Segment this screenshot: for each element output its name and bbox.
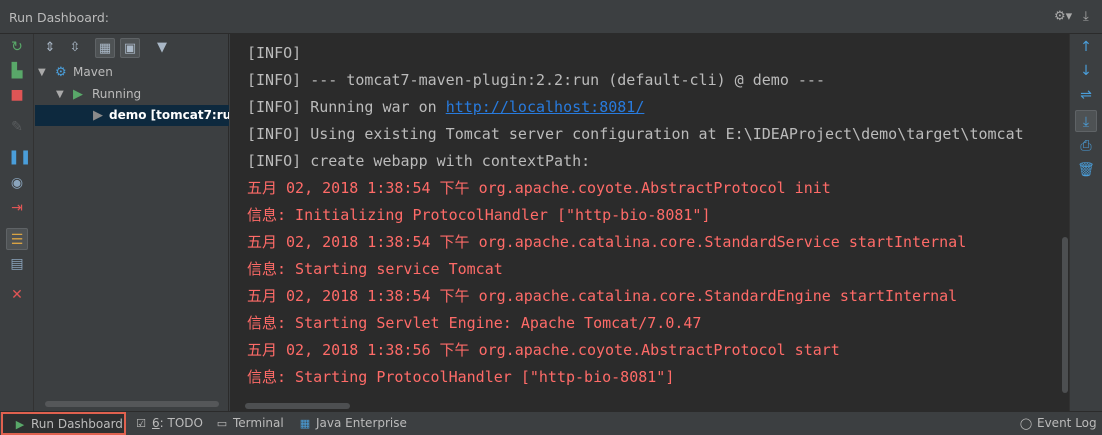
camera-icon[interactable]: ◉: [8, 174, 26, 192]
tree-toolbar: ⇕ ⇳ ▦ ▣ ▼: [35, 34, 229, 62]
down-arrow-icon[interactable]: ↓: [1077, 62, 1095, 80]
localhost-link[interactable]: http://localhost:8081/: [446, 98, 645, 116]
console-line: [INFO] Running war on http://localhost:8…: [247, 94, 1024, 121]
tab-java-enterprise[interactable]: ▦ Java Enterprise: [298, 412, 407, 435]
gear-icon[interactable]: ⚙▾: [1054, 9, 1072, 24]
scroll-to-end-icon[interactable]: ⤓: [1075, 110, 1097, 132]
run-configurations-tree: ⇕ ⇳ ▦ ▣ ▼ ▼ ⚙ Maven ▼ ▶ Running ▶ demo [tomcat7…: [35, 34, 229, 411]
collapse-all-icon[interactable]: ⇳: [65, 38, 85, 58]
console-line: [INFO]: [247, 40, 1024, 67]
console-lines: [INFO] <<< tomcat7-maven-plugin:2.2:run …: [247, 34, 1024, 391]
terminal-icon: ▭: [216, 417, 228, 430]
trash-icon[interactable]: 🗑: [1077, 161, 1095, 179]
stop-icon[interactable]: ■: [8, 86, 26, 104]
tab-label: Terminal: [233, 416, 284, 430]
console-line: [INFO] --- tomcat7-maven-plugin:2.2:run …: [247, 67, 1024, 94]
tab-label: Run Dashboard: [31, 417, 123, 431]
layout-icon[interactable]: ▤: [8, 255, 26, 273]
run-icon: ▶: [93, 108, 103, 123]
console-line-text: 信息: Initializing ProtocolHandler ["http-…: [247, 206, 711, 224]
console-line-text: [INFO] create webapp with contextPath:: [247, 152, 591, 170]
console-line-text: [INFO] Running war on: [247, 98, 446, 116]
debug-icon[interactable]: ✎: [8, 118, 26, 136]
console-line-text: 五月 02, 2018 1:38:54 下午 org.apache.catali…: [247, 233, 967, 251]
console-line: 信息: Starting ProtocolHandler ["http-bio-…: [247, 364, 1024, 391]
tab-event-log[interactable]: ◯ Event Log: [1019, 412, 1097, 435]
console-line: 五月 02, 2018 1:38:54 下午 org.apache.catali…: [247, 283, 1024, 310]
console-output[interactable]: [INFO] <<< tomcat7-maven-plugin:2.2:run …: [230, 34, 1069, 411]
tab-label: : TODO: [159, 416, 203, 430]
up-arrow-icon[interactable]: ↑: [1077, 38, 1095, 56]
console-line-text: 五月 02, 2018 1:38:54 下午 org.apache.catali…: [247, 287, 958, 305]
exit-icon[interactable]: ⇥: [8, 199, 26, 217]
console-line: [INFO] <<< tomcat7-maven-plugin:2.2:run …: [247, 34, 1024, 40]
print-icon[interactable]: ⎙: [1077, 137, 1095, 155]
console-line: 信息: Initializing ProtocolHandler ["http-…: [247, 202, 1024, 229]
console-vertical-scrollbar[interactable]: [1062, 237, 1068, 393]
console-line-text: [INFO] <<< tomcat7-maven-plugin:2.2:run …: [247, 34, 988, 35]
console-line: 五月 02, 2018 1:38:54 下午 org.apache.catali…: [247, 229, 1024, 256]
console-line: 信息: Starting Servlet Engine: Apache Tomc…: [247, 310, 1024, 337]
console-line-text: 信息: Starting Servlet Engine: Apache Tomc…: [247, 314, 702, 332]
soft-wrap-icon[interactable]: ⇌: [1077, 86, 1095, 104]
tree-node-maven[interactable]: ▼ ⚙ Maven: [35, 62, 229, 83]
console-line-text: [INFO]: [247, 44, 302, 62]
run-icon: ▶: [73, 87, 83, 102]
window-title: Run Dashboard:: [9, 10, 109, 25]
chevron-down-icon[interactable]: ▼: [56, 84, 64, 105]
tab-label: Java Enterprise: [316, 416, 407, 430]
pause-icon[interactable]: ❚❚: [8, 148, 31, 166]
console-line-text: 五月 02, 2018 1:38:54 下午 org.apache.coyote…: [247, 179, 831, 197]
group-by-config-icon[interactable]: ▣: [120, 38, 140, 58]
console-line-text: 信息: Starting ProtocolHandler ["http-bio-…: [247, 368, 675, 386]
tree-node-demo[interactable]: ▶ demo [tomcat7:run: [35, 105, 229, 126]
console-line-text: [INFO] --- tomcat7-maven-plugin:2.2:run …: [247, 71, 825, 89]
tab-label: Event Log: [1037, 416, 1097, 430]
console-line-text: 五月 02, 2018 1:38:56 下午 org.apache.coyote…: [247, 341, 840, 359]
group-icon[interactable]: ☰: [6, 228, 28, 250]
rerun-icon[interactable]: ↻: [8, 38, 26, 56]
console-line: 五月 02, 2018 1:38:56 下午 org.apache.coyote…: [247, 337, 1024, 364]
console-horizontal-scrollbar[interactable]: [245, 403, 350, 409]
console-line: [INFO] Using existing Tomcat server conf…: [247, 121, 1024, 148]
run-icon: ▶: [15, 418, 25, 431]
maven-icon: ⚙: [55, 65, 67, 80]
console-line: [INFO] create webapp with contextPath:: [247, 148, 1024, 175]
tree-scrollbar[interactable]: [45, 401, 219, 407]
console-line: 信息: Starting service Tomcat: [247, 256, 1024, 283]
tree-node-label: Running: [92, 87, 142, 101]
tab-shortcut: 6: [152, 416, 160, 430]
tool-window-bar: ▶ Run Dashboard ☑ 6: TODO ▭ Terminal ▦ Java …: [0, 411, 1102, 435]
console-line-text: 信息: Starting service Tomcat: [247, 260, 503, 278]
close-icon[interactable]: ✕: [8, 286, 26, 304]
tab-terminal[interactable]: ▭ Terminal: [215, 412, 284, 435]
rerun-changed-icon[interactable]: ▙: [8, 62, 26, 80]
tab-todo[interactable]: ☑ 6: TODO: [134, 412, 203, 435]
title-bar: Run Dashboard: ⚙▾ ⤓: [0, 0, 1102, 34]
chevron-down-icon[interactable]: ▼: [38, 62, 46, 83]
tree-node-label: demo [tomcat7:run: [109, 108, 229, 122]
console-line-text: [INFO] Using existing Tomcat server conf…: [247, 125, 1024, 143]
todo-icon: ☑: [136, 417, 146, 430]
run-toolbar: ↻ ▙ ■ ✎ ❚❚ ◉ ⇥ ☰ ▤ ✕: [0, 34, 34, 411]
console-toolbar: ↑ ↓ ⇌ ⤓ ⎙ 🗑: [1069, 34, 1102, 411]
expand-all-icon[interactable]: ⇕: [40, 38, 60, 58]
console-line: 五月 02, 2018 1:38:54 下午 org.apache.coyote…: [247, 175, 1024, 202]
filter-icon[interactable]: ▼: [152, 38, 172, 58]
tab-run-dashboard[interactable]: ▶ Run Dashboard: [1, 412, 126, 435]
group-by-type-icon[interactable]: ▦: [95, 38, 115, 58]
tree-node-running[interactable]: ▼ ▶ Running: [35, 84, 229, 105]
java-enterprise-icon: ▦: [299, 417, 311, 430]
event-log-icon: ◯: [1019, 417, 1033, 430]
hide-icon[interactable]: ⤓: [1083, 9, 1089, 24]
tree-node-label: Maven: [73, 65, 113, 79]
